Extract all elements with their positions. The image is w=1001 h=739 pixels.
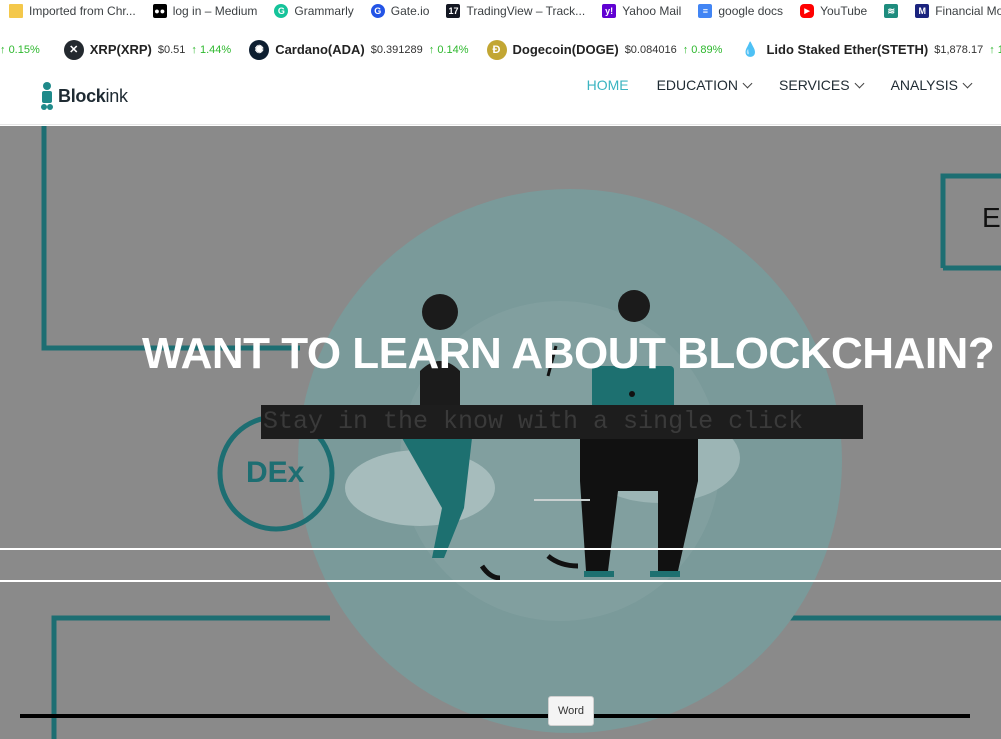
tradingview-icon: 17 [446,4,461,18]
bookmark-label: Yahoo Mail [622,4,682,18]
main-menu: HOME EDUCATION SERVICES ANALYSIS [587,74,973,96]
chevron-down-icon [962,78,973,88]
bookmark-label: Financial Modeling... [935,4,1001,18]
chevron-down-icon [854,78,865,88]
fmp-icon: M [915,4,930,18]
hero-divider [534,499,590,501]
bookmark-label: Gate.io [390,4,430,18]
bookmark-label: YouTube [820,4,868,18]
ticker-price: $0.51 [157,43,186,56]
ticker-name: XRP(XRP) [89,42,152,57]
bookmark-label: Grammarly [294,4,354,18]
nav-education[interactable]: EDUCATION [656,74,753,96]
nav-analysis[interactable]: ANALYSIS [890,74,973,96]
bookmark-label: google docs [718,4,784,18]
bookmark-label: TradingView – Track... [466,4,586,18]
corner-badge-text: E [982,202,1001,233]
ticker-item-cardano[interactable]: ✺ Cardano(ADA) $0.391289 ↑ 0.14% [249,39,486,60]
cardano-icon: ✺ [249,39,270,60]
docs-icon: ≡ [698,4,713,18]
blockink-logo-icon [41,82,53,110]
bookmark-google-docs[interactable]: ≡ google docs [689,0,791,22]
site-header: Blockink HOME EDUCATION SERVICES ANALYSI… [0,64,1001,125]
bookmark-medium[interactable]: ●● log in – Medium [144,0,266,22]
medium-icon: ●● [152,4,167,18]
hero-line-top [0,548,1001,550]
bookmarks-bar: Imported from Chr... ●● log in – Medium … [0,0,1001,22]
hero-line-bottom [0,580,1001,582]
bookmark-yahoo[interactable]: y! Yahoo Mail [593,0,689,22]
nav-label: HOME [586,77,629,93]
ticker-name: Cardano(ADA) [275,42,365,57]
ticker-item-dogecoin[interactable]: Ð Dogecoin(DOGE) $0.084016 ↑ 0.89% [486,39,741,60]
ticker-item-xrp[interactable]: ✕ XRP(XRP) $0.51 ↑ 1.44% [58,39,249,60]
grammarly-icon: G [274,4,289,18]
bookmark-tradingview[interactable]: 17 TradingView – Track... [437,0,593,22]
bookmark-grammarly[interactable]: G Grammarly [265,0,361,22]
bookmark-label: log in – Medium [172,4,258,18]
ticker-leading: ↑ 0.15% [0,44,58,56]
bookmark-youtube[interactable]: ▶ YouTube [791,0,875,22]
nav-services[interactable]: SERVICES [779,74,865,96]
ticker-change: ↑ 0.89% [682,43,723,56]
bookmark-fmp[interactable]: M Financial Modeling... [906,0,1001,22]
crypto-ticker: ↑ 0.15% ✕ XRP(XRP) $0.51 ↑ 1.44% ✺ Carda… [0,35,1001,64]
youtube-icon: ▶ [800,4,815,18]
ticker-change: ↑ 1 [989,43,1001,56]
hero-subtitle: Stay in the know with a single click [261,405,863,439]
steth-icon: 💧 [740,39,761,60]
ticker-price: $0.084016 [624,43,677,56]
bookmark-label: Imported from Chr... [29,4,136,18]
green-logo-icon: ≋ [884,4,899,18]
bookmark-gateio[interactable]: G Gate.io [362,0,438,22]
hero-bottom-bar [20,714,970,718]
bookmark-imported[interactable]: Imported from Chr... [0,0,144,22]
nav-label: SERVICES [779,77,850,93]
ticker-price: $1,878.17 [934,43,984,56]
site-logo[interactable]: Blockink [38,69,218,123]
ticker-item-steth[interactable]: 💧 Lido Staked Ether(STETH) $1,878.17 ↑ 1 [740,39,1001,60]
dex-badge-text: DEx [246,456,305,489]
gateio-icon: G [370,4,385,18]
xrp-icon: ✕ [63,39,84,60]
ticker-change: ↑ 0.14% [428,43,469,56]
logo-text: Blockink [58,85,128,106]
nav-label: ANALYSIS [890,77,958,93]
word-tooltip[interactable]: Word [548,696,594,726]
ticker-change: ↑ 0.15% [0,43,40,56]
nav-home[interactable]: HOME [587,74,629,96]
ticker-price: $0.391289 [370,43,423,56]
bookmark-green-logo[interactable]: ≋ [875,0,906,22]
dogecoin-icon: Ð [486,39,507,60]
yahoo-icon: y! [602,4,617,18]
hero-title: WANT TO LEARN ABOUT BLOCKCHAIN? [142,329,995,378]
ticker-change: ↑ 1.44% [191,43,232,56]
ticker-name: Dogecoin(DOGE) [512,42,619,57]
ticker-name: Lido Staked Ether(STETH) [766,42,929,57]
hero-section: DEx E WANT TO LEARN ABOUT BLOCKCHAIN? St… [0,126,1001,739]
nav-label: EDUCATION [656,77,739,93]
folder-icon [9,4,23,18]
chevron-down-icon [742,78,753,88]
